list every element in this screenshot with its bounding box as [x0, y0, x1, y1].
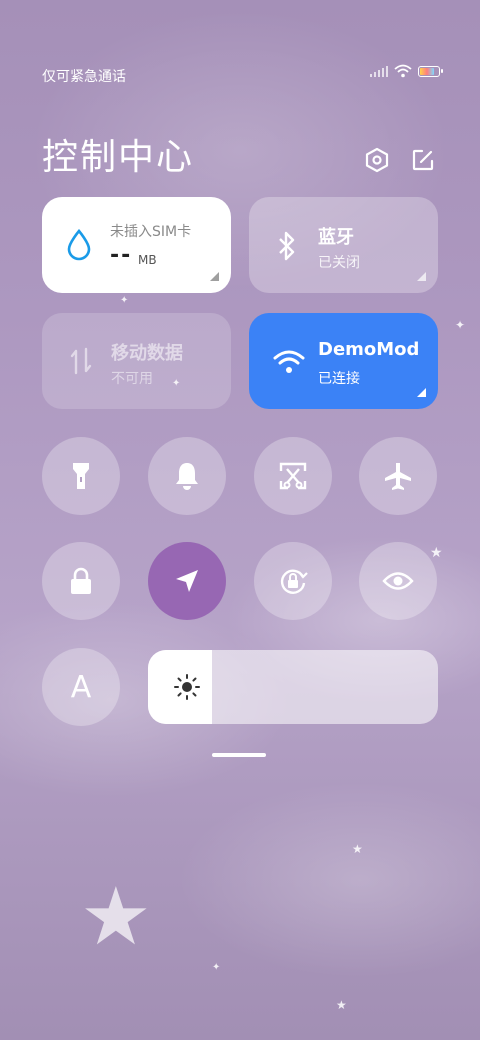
data-value: -- — [110, 243, 133, 268]
wifi-status-icon — [394, 64, 412, 78]
location-icon — [176, 570, 198, 592]
sun-icon — [174, 674, 200, 700]
rotation-lock-toggle[interactable] — [254, 542, 332, 620]
font-icon: A — [70, 669, 92, 705]
carrier-status: 仅可紧急通话 — [42, 69, 126, 85]
font-size-toggle[interactable]: A — [42, 648, 120, 726]
page-title: 控制中心 — [42, 137, 195, 178]
screenshot-icon — [279, 462, 307, 490]
water-drop-icon — [67, 229, 91, 261]
screenshot-toggle[interactable] — [254, 437, 332, 515]
eye-icon — [382, 572, 414, 590]
data-unit: MB — [138, 253, 157, 267]
signal-icon — [370, 65, 388, 77]
star-decoration: ★ — [80, 870, 152, 963]
wifi-icon — [273, 350, 305, 373]
bluetooth-icon — [279, 231, 295, 261]
airplane-toggle[interactable] — [359, 437, 437, 515]
mobile-data-tile[interactable]: 移动数据 不可用 — [42, 313, 231, 409]
mobile-data-label: 移动数据 — [111, 343, 183, 364]
rotation-lock-icon — [280, 569, 308, 594]
hexagon-gear-icon — [365, 147, 389, 173]
brightness-slider[interactable] — [148, 650, 438, 724]
sim-status: 未插入SIM卡 — [110, 224, 192, 240]
star-decoration: ★ — [430, 545, 443, 561]
location-toggle[interactable] — [148, 542, 226, 620]
flashlight-icon — [73, 463, 89, 489]
reading-mode-toggle[interactable] — [359, 542, 437, 620]
wifi-status: 已连接 — [318, 371, 360, 387]
wifi-tile[interactable]: DemoMod 已连接 — [249, 313, 438, 409]
settings-button[interactable] — [361, 144, 393, 176]
flashlight-toggle[interactable] — [42, 437, 120, 515]
data-usage-tile[interactable]: 未插入SIM卡 -- MB — [42, 197, 231, 293]
edit-icon — [412, 149, 434, 171]
drag-handle[interactable] — [212, 753, 266, 757]
star-decoration: ✦ — [455, 318, 466, 332]
lock-screen-toggle[interactable] — [42, 542, 120, 620]
tile-expand-corner — [210, 272, 219, 281]
star-decoration: ★ — [336, 998, 347, 1012]
wifi-network-name: DemoMod — [318, 339, 420, 360]
edit-button[interactable] — [407, 144, 439, 176]
bell-icon — [176, 463, 198, 490]
bluetooth-status: 已关闭 — [318, 255, 360, 271]
ring-toggle[interactable] — [148, 437, 226, 515]
tile-expand-corner — [417, 388, 426, 397]
star-decoration: ✦ — [212, 962, 221, 973]
airplane-icon — [385, 463, 411, 490]
star-decoration: ★ — [352, 842, 363, 856]
lock-icon — [71, 567, 91, 594]
bluetooth-label: 蓝牙 — [318, 227, 354, 248]
mobile-data-status: 不可用 — [111, 371, 153, 387]
data-transfer-icon — [70, 347, 92, 375]
tile-expand-corner — [417, 272, 426, 281]
bluetooth-tile[interactable]: 蓝牙 已关闭 — [249, 197, 438, 293]
battery-icon — [418, 65, 443, 77]
status-icons — [370, 64, 443, 78]
star-decoration: ✦ — [120, 295, 129, 306]
